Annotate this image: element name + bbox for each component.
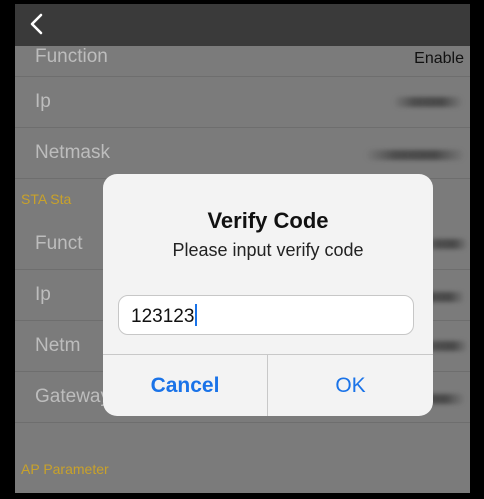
- verify-code-dialog: Verify Code Please input verify code 123…: [103, 174, 433, 416]
- row-label: Ip: [35, 284, 51, 305]
- row-label: Netmask: [35, 142, 110, 163]
- chevron-left-icon[interactable]: [29, 13, 45, 35]
- text-caret: [195, 304, 198, 326]
- section-label: AP Parameter: [21, 461, 109, 477]
- section-label: STA Sta: [21, 191, 72, 207]
- row-value: Enable: [414, 50, 464, 67]
- dialog-title: Verify Code: [207, 208, 329, 233]
- app-screen: Function Enable Ip Netmask STA Sta Funct…: [15, 4, 470, 493]
- settings-row-netmask[interactable]: Netmask: [15, 128, 470, 179]
- dialog-message: Please input verify code: [172, 240, 364, 260]
- row-label: Ip: [35, 91, 51, 112]
- row-label: Function: [35, 46, 108, 67]
- settings-row-function[interactable]: Function Enable: [15, 44, 470, 77]
- settings-row-ip[interactable]: Ip: [15, 77, 470, 128]
- row-label: Funct: [35, 233, 83, 254]
- redacted-value: [393, 97, 463, 107]
- row-label: Netm: [35, 335, 81, 356]
- cancel-button[interactable]: Cancel: [103, 355, 267, 416]
- verify-code-input[interactable]: 123123: [118, 295, 414, 335]
- input-value: 123123: [131, 306, 195, 327]
- row-label: Gateway: [35, 386, 110, 407]
- redacted-value: [365, 150, 465, 160]
- ok-button[interactable]: OK: [268, 355, 433, 416]
- section-header-ap: AP Parameter: [15, 449, 470, 489]
- navigation-bar: [15, 4, 470, 46]
